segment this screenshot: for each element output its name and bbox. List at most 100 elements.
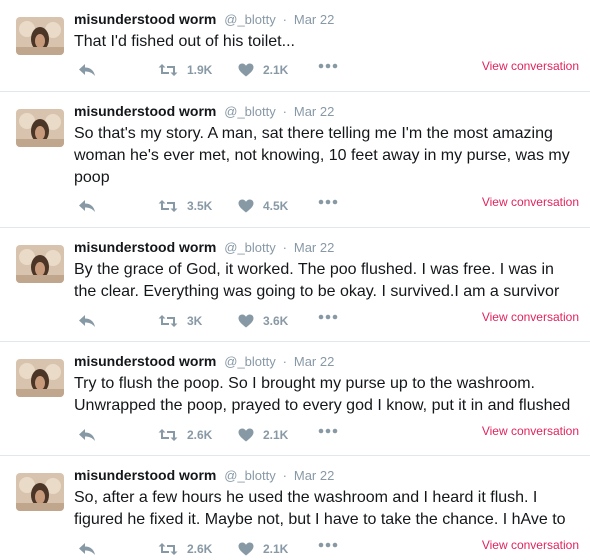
author-handle[interactable]: @_blotty — [224, 240, 276, 255]
separator-dot: · — [282, 468, 287, 483]
reply-icon — [78, 314, 96, 328]
heart-icon — [238, 542, 254, 556]
author-handle[interactable]: @_blotty — [224, 354, 276, 369]
more-dots-icon — [318, 428, 338, 434]
retweet-count: 3.5K — [187, 199, 213, 213]
tweet-text: That I'd fished out of his toilet... — [74, 33, 295, 50]
retweet-button[interactable]: 3K — [158, 314, 202, 328]
tweet-actions: 3.5K 4.5K View conversation — [74, 195, 579, 217]
like-button[interactable]: 2.1K — [238, 542, 288, 556]
like-count: 2.1K — [263, 542, 289, 556]
view-conversation-link[interactable]: View conversation — [482, 310, 579, 324]
retweet-count: 3K — [187, 314, 203, 328]
tweet-actions: 2.6K 2.1K View conversation — [74, 424, 579, 446]
author-handle[interactable]: @_blotty — [224, 104, 276, 119]
like-count: 3.6K — [263, 314, 289, 328]
like-count: 2.1K — [263, 428, 289, 442]
more-dots-icon — [318, 199, 338, 205]
like-count: 4.5K — [263, 199, 289, 213]
view-conversation-link[interactable]: View conversation — [482, 424, 579, 438]
tweet[interactable]: misunderstood worm @_blotty · Mar 22 So … — [0, 92, 590, 228]
tweet-date[interactable]: Mar 22 — [294, 240, 334, 255]
author-name[interactable]: misunderstood worm — [74, 467, 216, 483]
tweet-text: So, after a few hours he used the washro… — [74, 489, 566, 528]
like-button[interactable]: 3.6K — [238, 314, 288, 328]
tweet-actions: 2.6K 2.1K View conversation — [74, 538, 579, 560]
retweet-count: 1.9K — [187, 63, 213, 77]
view-conversation-link[interactable]: View conversation — [482, 59, 579, 73]
more-dots-icon — [318, 314, 338, 320]
like-count: 2.1K — [263, 63, 289, 77]
separator-dot: · — [282, 12, 287, 27]
view-conversation-link[interactable]: View conversation — [482, 195, 579, 209]
reply-button[interactable] — [78, 199, 96, 213]
tweet-header: misunderstood worm @_blotty · Mar 22 — [74, 11, 334, 27]
tweet-timeline: misunderstood worm @_blotty · Mar 22 Tha… — [0, 0, 590, 560]
retweet-icon — [158, 314, 178, 328]
author-handle[interactable]: @_blotty — [224, 12, 276, 27]
heart-icon — [238, 314, 254, 328]
heart-icon — [238, 63, 254, 77]
tweet-header: misunderstood worm @_blotty · Mar 22 — [74, 467, 334, 483]
retweet-button[interactable]: 2.6K — [158, 428, 212, 442]
reply-button[interactable] — [78, 314, 96, 328]
avatar[interactable] — [16, 245, 64, 283]
tweet-date[interactable]: Mar 22 — [294, 468, 334, 483]
author-handle[interactable]: @_blotty — [224, 468, 276, 483]
tweet[interactable]: misunderstood worm @_blotty · Mar 22 So,… — [0, 456, 590, 560]
avatar[interactable] — [16, 473, 64, 511]
retweet-count: 2.6K — [187, 428, 213, 442]
separator-dot: · — [282, 240, 287, 255]
avatar[interactable] — [16, 17, 64, 55]
author-name[interactable]: misunderstood worm — [74, 103, 216, 119]
avatar[interactable] — [16, 109, 64, 147]
tweet-actions: 1.9K 2.1K View conversation — [74, 59, 579, 81]
reply-button[interactable] — [78, 63, 96, 77]
more-button[interactable] — [318, 199, 338, 205]
like-button[interactable]: 4.5K — [238, 199, 288, 213]
retweet-count: 2.6K — [187, 542, 213, 556]
tweet-date[interactable]: Mar 22 — [294, 12, 334, 27]
retweet-icon — [158, 63, 178, 77]
reply-button[interactable] — [78, 542, 96, 556]
retweet-button[interactable]: 3.5K — [158, 199, 212, 213]
like-button[interactable]: 2.1K — [238, 63, 288, 77]
more-button[interactable] — [318, 542, 338, 548]
tweet-text: Try to flush the poop. So I brought my p… — [74, 375, 571, 414]
retweet-button[interactable]: 1.9K — [158, 63, 212, 77]
reply-icon — [78, 199, 96, 213]
tweet-header: misunderstood worm @_blotty · Mar 22 — [74, 103, 334, 119]
author-name[interactable]: misunderstood worm — [74, 11, 216, 27]
reply-icon — [78, 428, 96, 442]
tweet-header: misunderstood worm @_blotty · Mar 22 — [74, 239, 334, 255]
author-name[interactable]: misunderstood worm — [74, 353, 216, 369]
tweet[interactable]: misunderstood worm @_blotty · Mar 22 By … — [0, 228, 590, 342]
avatar[interactable] — [16, 359, 64, 397]
heart-icon — [238, 428, 254, 442]
tweet[interactable]: misunderstood worm @_blotty · Mar 22 Tha… — [0, 0, 590, 92]
more-dots-icon — [318, 63, 338, 69]
more-button[interactable] — [318, 63, 338, 69]
retweet-icon — [158, 199, 178, 213]
tweet[interactable]: misunderstood worm @_blotty · Mar 22 Try… — [0, 342, 590, 456]
reply-button[interactable] — [78, 428, 96, 442]
heart-icon — [238, 199, 254, 213]
like-button[interactable]: 2.1K — [238, 428, 288, 442]
separator-dot: · — [282, 104, 287, 119]
more-button[interactable] — [318, 428, 338, 434]
author-name[interactable]: misunderstood worm — [74, 239, 216, 255]
tweet-text: So that's my story. A man, sat there tel… — [74, 125, 570, 186]
tweet-date[interactable]: Mar 22 — [294, 104, 334, 119]
reply-icon — [78, 63, 96, 77]
reply-icon — [78, 542, 96, 556]
tweet-date[interactable]: Mar 22 — [294, 354, 334, 369]
tweet-text: By the grace of God, it worked. The poo … — [74, 261, 560, 300]
tweet-actions: 3K 3.6K View conversation — [74, 310, 579, 332]
tweet-header: misunderstood worm @_blotty · Mar 22 — [74, 353, 334, 369]
separator-dot: · — [282, 354, 287, 369]
retweet-icon — [158, 428, 178, 442]
view-conversation-link[interactable]: View conversation — [482, 538, 579, 552]
retweet-button[interactable]: 2.6K — [158, 542, 212, 556]
more-button[interactable] — [318, 314, 338, 320]
more-dots-icon — [318, 542, 338, 548]
